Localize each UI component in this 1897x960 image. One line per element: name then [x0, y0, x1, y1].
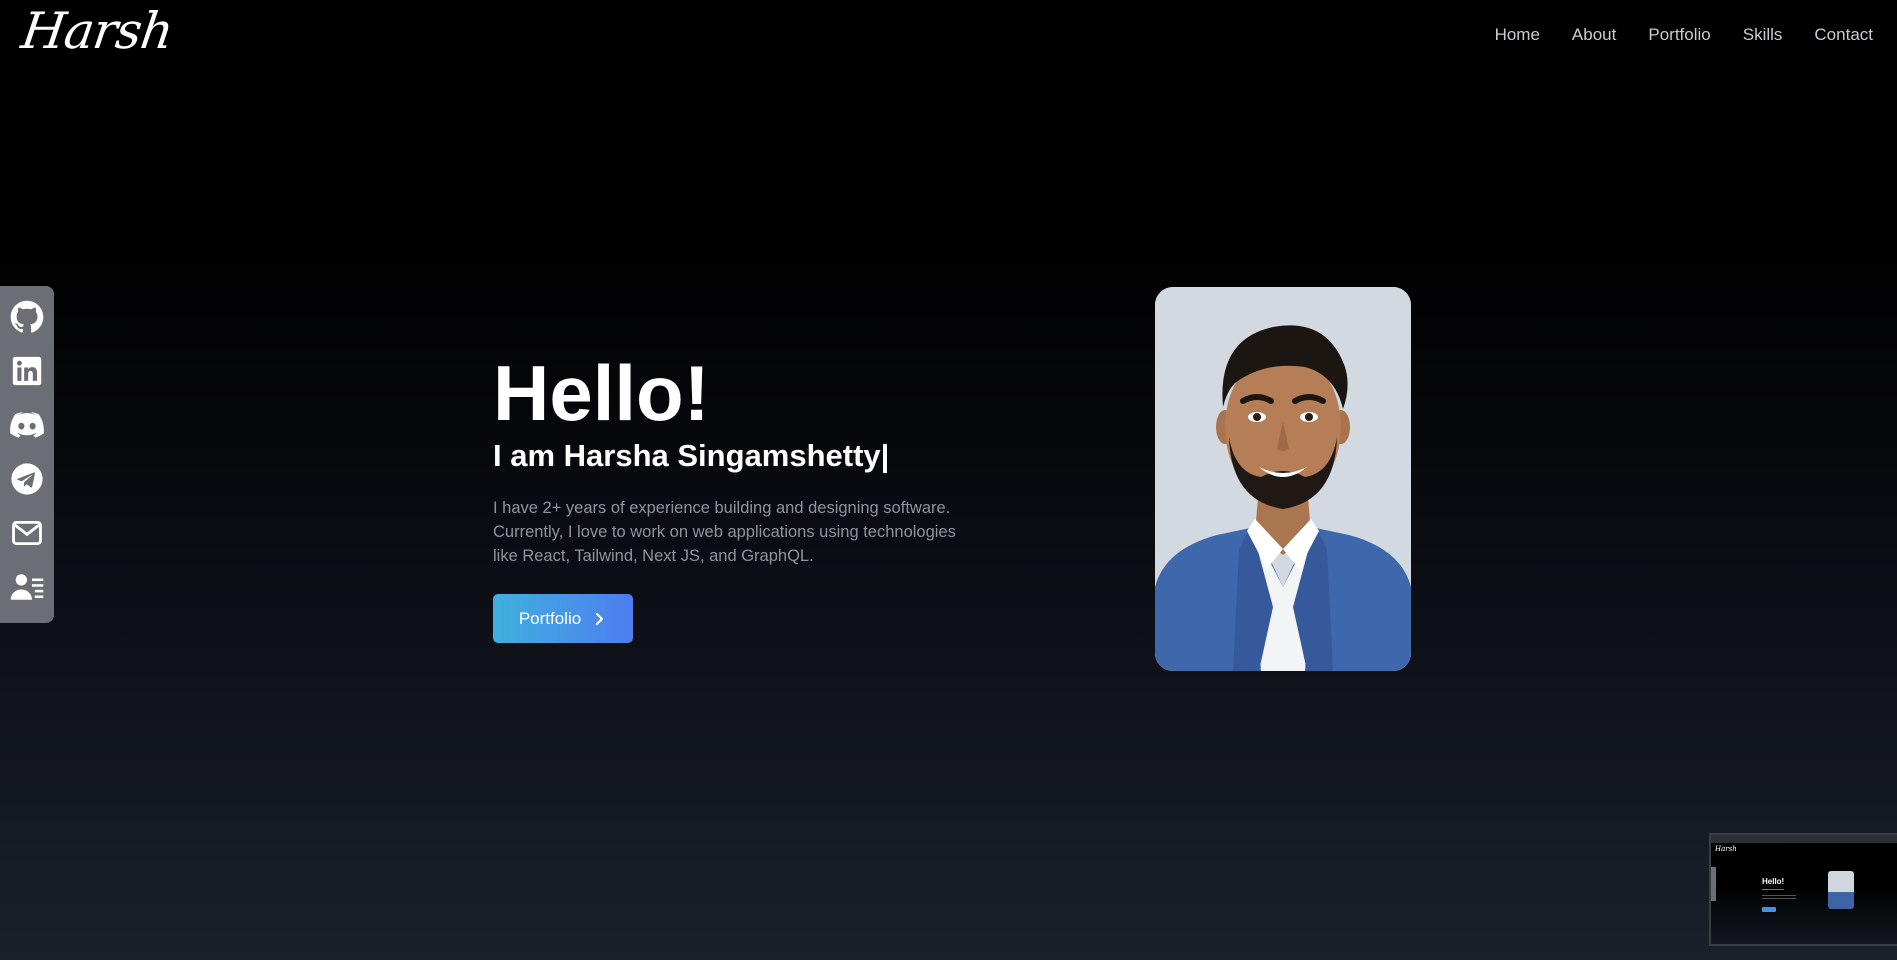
thumbnail-button: [1762, 907, 1776, 912]
linkedin-icon: [10, 354, 44, 393]
profile-photo: [1155, 287, 1411, 671]
nav-link-about[interactable]: About: [1572, 25, 1616, 45]
thumbnail-browser-bar: [1711, 835, 1897, 843]
nav-link-contact[interactable]: Contact: [1814, 25, 1873, 45]
resume-link[interactable]: [8, 571, 46, 609]
nav-link-home[interactable]: Home: [1495, 25, 1540, 45]
thumbnail-page: Harsh Hello!: [1711, 843, 1897, 944]
hero-title: Hello!: [493, 349, 710, 437]
thumbnail-sidebar: [1711, 867, 1716, 901]
email-link[interactable]: [8, 517, 46, 555]
thumbnail-desc-line: [1762, 895, 1796, 896]
discord-link[interactable]: [8, 408, 46, 446]
github-link[interactable]: [8, 300, 46, 338]
nav-link-portfolio[interactable]: Portfolio: [1648, 25, 1710, 45]
telegram-icon: [10, 462, 44, 501]
hero-section: Hello! I am Harsha Singamshetty| I have …: [493, 350, 963, 643]
thumbnail-photo: [1828, 871, 1854, 909]
chevron-right-icon: [591, 611, 607, 627]
screen-preview-thumbnail[interactable]: Harsh Hello!: [1709, 833, 1897, 946]
github-icon: [10, 300, 44, 339]
thumbnail-hello: Hello!: [1762, 877, 1785, 886]
portfolio-button-label: Portfolio: [518, 608, 582, 628]
hero-subtitle-text: I am Harsha Singamshetty: [493, 438, 881, 473]
hero-description: I have 2+ years of experience building a…: [493, 499, 956, 565]
thumbnail-subtitle-line: [1762, 889, 1784, 890]
telegram-link[interactable]: [8, 463, 46, 501]
top-navbar: Harsh Home About Portfolio Skills Contac…: [0, 0, 1897, 72]
linkedin-link[interactable]: [8, 354, 46, 392]
thumbnail-logo: Harsh: [1715, 845, 1737, 853]
mail-icon: [10, 516, 44, 555]
discord-icon: [10, 408, 44, 447]
social-sidebar: [0, 286, 54, 623]
main-nav: Home About Portfolio Skills Contact: [1495, 25, 1873, 45]
site-logo[interactable]: Harsh: [18, 2, 176, 60]
hero-subtitle: I am Harsha Singamshetty|: [493, 436, 963, 476]
portfolio-button[interactable]: Portfolio: [493, 594, 633, 643]
nav-link-skills[interactable]: Skills: [1743, 25, 1783, 45]
thumbnail-desc-line: [1762, 898, 1796, 899]
typing-cursor: |: [880, 438, 890, 473]
resume-icon: [10, 570, 44, 609]
